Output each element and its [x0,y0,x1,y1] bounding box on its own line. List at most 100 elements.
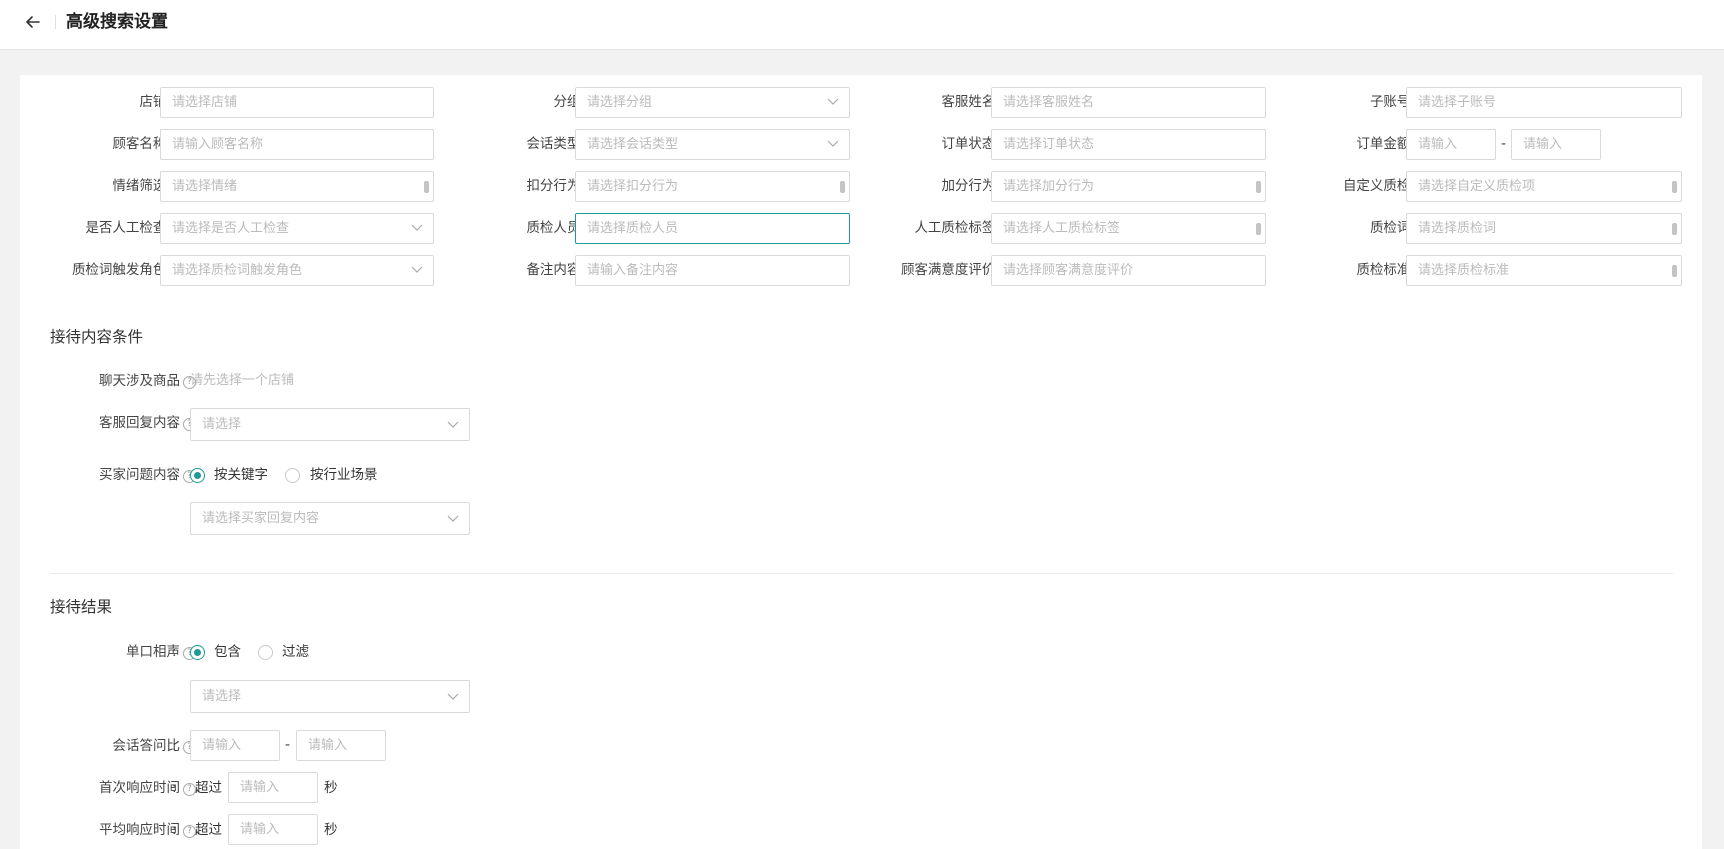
trigger-role-placeholder: 请选择质检词触发角色 [172,263,303,278]
section-divider [50,573,1673,574]
chevron-down-icon [827,140,839,147]
cs-reply-label-text: 客服回复内容 [99,415,180,431]
satisfaction-input[interactable]: 请选择顾客满意度评价 [991,255,1266,286]
sub-account-input[interactable]: 请选择子账号 [1406,87,1682,118]
satisfaction-label: 顾客满意度评价: [900,262,1000,278]
single-crosstalk-placeholder: 请选择 [202,689,242,704]
manual-check-select[interactable]: 请选择是否人工检查 [160,213,434,244]
qa-ratio-min-input[interactable]: 请输入 [190,730,280,761]
search-settings-panel: 店铺: 请选择店铺 分组: 请选择分组 客服姓名: 请选择客服姓名 子账号: 请… [20,75,1702,849]
chevron-down-icon [447,693,459,700]
header-divider [55,15,56,29]
chat-goods-colon: : [172,373,177,389]
back-arrow-icon[interactable] [22,11,44,33]
deduction-placeholder: 请选择扣分行为 [587,179,679,194]
deduction-select[interactable]: 请选择扣分行为 [575,171,850,202]
qc-standard-placeholder: 请选择质检标准 [1418,263,1510,278]
scrollbar-thumb[interactable] [1256,223,1261,235]
emotion-select[interactable]: 请选择情绪 [160,171,434,202]
avg-response-input[interactable]: 请输入 [228,814,318,845]
manual-tag-select[interactable]: 请选择人工质检标签 [991,213,1266,244]
buyer-question-label-text: 买家问题内容 [99,467,180,483]
scrollbar-thumb[interactable] [1672,223,1677,235]
chat-goods-hint: 请先选择一个店铺 [190,373,295,388]
radio-filter[interactable] [258,645,273,660]
trigger-role-label: 质检词触发角色: [71,262,171,278]
cs-reply-placeholder: 请选择 [202,417,242,432]
radio-by-keyword-label[interactable]: 按关键字 [214,465,268,485]
qa-ratio-label: 会话答问比? [112,736,196,756]
page-title: 高级搜索设置 [66,12,168,32]
session-type-select[interactable]: 请选择会话类型 [575,129,850,160]
bonus-placeholder: 请选择加分行为 [1003,179,1095,194]
buyer-question-colon: : [172,467,177,483]
qc-word-select[interactable]: 请选择质检词 [1406,213,1682,244]
chat-goods-label-text: 聊天涉及商品 [99,373,180,389]
chat-goods-label: 聊天涉及商品? [99,371,196,391]
radio-by-industry-scene[interactable] [285,468,300,483]
scrollbar-thumb[interactable] [1256,181,1261,193]
qa-ratio-separator: - [285,737,291,753]
result-section-title: 接待结果 [50,598,113,616]
single-crosstalk-label: 单口相声? [126,642,196,662]
group-select[interactable]: 请选择分组 [575,87,850,118]
remark-input[interactable]: 请输入备注内容 [575,255,850,286]
avg-response-unit: 秒 [324,822,338,838]
avg-response-prefix: 超过 [195,822,222,838]
inspector-input[interactable]: 请选择质检人员 [575,213,850,244]
single-crosstalk-select[interactable]: 请选择 [190,680,470,713]
qa-ratio-label-text: 会话答问比 [112,738,181,754]
manual-tag-placeholder: 请选择人工质检标签 [1003,221,1121,236]
buyer-reply-select[interactable]: 请选择买家回复内容 [190,502,470,535]
first-response-unit: 秒 [324,780,338,796]
first-response-label-text: 首次响应时间 [99,780,180,796]
chevron-down-icon [447,421,459,428]
chevron-down-icon [411,266,423,273]
cs-reply-label: 客服回复内容? [99,413,196,433]
first-response-colon: : [172,780,177,796]
buyer-reply-placeholder: 请选择买家回复内容 [202,511,320,526]
radio-by-keyword[interactable] [190,468,205,483]
custom-qc-select[interactable]: 请选择自定义质检项 [1406,171,1682,202]
cs-reply-select[interactable]: 请选择 [190,408,470,441]
trigger-role-select[interactable]: 请选择质检词触发角色 [160,255,434,286]
manual-check-label: 是否人工检查: [85,220,171,236]
bonus-select[interactable]: 请选择加分行为 [991,171,1266,202]
radio-include-label[interactable]: 包含 [214,642,241,662]
manual-check-placeholder: 请选择是否人工检查 [172,221,290,236]
emotion-placeholder: 请选择情绪 [172,179,238,194]
chevron-down-icon [447,515,459,522]
first-response-input[interactable]: 请输入 [228,772,318,803]
avg-response-colon: : [172,822,177,838]
qc-standard-select[interactable]: 请选择质检标准 [1406,255,1682,286]
order-amount-max-input[interactable]: 请输入 [1511,129,1601,160]
manual-tag-label: 人工质检标签: [914,220,1000,236]
radio-include[interactable] [190,645,205,660]
scrollbar-thumb[interactable] [840,181,845,193]
first-response-label: 首次响应时间? [99,778,196,798]
customer-name-input[interactable]: 请输入顾客名称 [160,129,434,160]
custom-qc-label: 自定义质检: [1342,178,1415,194]
radio-by-industry-scene-label[interactable]: 按行业场景 [310,465,378,485]
qa-ratio-max-input[interactable]: 请输入 [296,730,386,761]
cs-reply-colon: : [172,415,177,431]
qc-word-placeholder: 请选择质检词 [1418,221,1497,236]
radio-filter-label[interactable]: 过滤 [282,642,309,662]
avg-response-label-text: 平均响应时间 [99,822,180,838]
page-header: 高级搜索设置 [0,0,1724,50]
custom-qc-placeholder: 请选择自定义质检项 [1418,179,1536,194]
chevron-down-icon [411,224,423,231]
order-amount-separator: - [1501,136,1507,152]
scrollbar-thumb[interactable] [424,181,429,193]
reception-section-title: 接待内容条件 [50,328,144,346]
cs-name-input[interactable]: 请选择客服姓名 [991,87,1266,118]
order-amount-min-input[interactable]: 请输入 [1406,129,1496,160]
chevron-down-icon [827,98,839,105]
order-status-input[interactable]: 请选择订单状态 [991,129,1266,160]
buyer-question-label: 买家问题内容? [99,465,196,485]
scrollbar-thumb[interactable] [1672,265,1677,277]
shop-input[interactable]: 请选择店铺 [160,87,434,118]
scrollbar-thumb[interactable] [1672,181,1677,193]
single-crosstalk-colon: : [172,644,177,660]
avg-response-label: 平均响应时间? [99,820,196,840]
